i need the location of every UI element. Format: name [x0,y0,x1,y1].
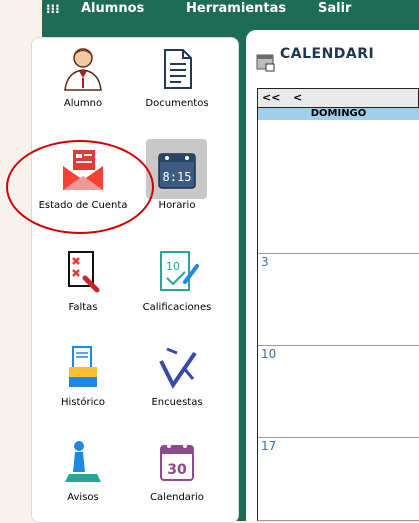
notice-icon [59,438,107,486]
tile-encuestas[interactable]: Encuestas [127,343,227,408]
calendar-day-cell[interactable]: 10 [257,346,419,438]
history-icon [59,343,107,391]
svg-text:10: 10 [166,260,180,273]
tile-label: Avisos [67,492,99,503]
student-icon [59,44,107,92]
absences-icon [59,248,107,296]
tile-historico[interactable]: Histórico [33,343,133,408]
tile-label: Documentos [145,98,209,109]
menu-item-salir[interactable]: Salir [318,1,351,17]
day-number: 3 [261,255,269,269]
tile-calificaciones[interactable]: 10 Calificaciones [127,248,227,313]
calendar-icon: 30 [153,438,201,486]
document-icon [153,44,201,92]
tile-calendario[interactable]: 30 Calendario [127,438,227,503]
first-button[interactable]: << [262,91,280,104]
tile-faltas[interactable]: Faltas [33,248,133,313]
calendar-day-cell[interactable]: 3 [257,254,419,346]
calendar-nav-row: << < [257,88,419,108]
grades-icon: 10 [153,248,201,296]
top-menu-bar: ⁝⁝⁝ Alumnos Herramientas Salir [42,0,419,22]
menu-item-alumnos[interactable]: Alumnos [81,1,144,17]
tile-documentos[interactable]: Documentos [127,44,227,109]
annotation-ellipse [6,140,154,234]
tile-label: Faltas [68,302,98,313]
prev-button[interactable]: < [293,91,302,104]
tile-avisos[interactable]: Avisos [33,438,133,503]
day-number: 10 [261,347,277,361]
calendar-title-icon [256,52,276,72]
calendar-grid: << < DOMINGO 3 10 17 [257,88,419,521]
tile-label: Alumno [63,98,103,109]
schedule-clock-icon: 8:15 [153,146,201,194]
day-header-domingo: DOMINGO [257,108,419,120]
svg-text:30: 30 [167,462,187,478]
tile-label: Calendario [150,492,204,503]
tile-alumno[interactable]: Alumno [33,44,133,109]
tile-label: Calificaciones [142,302,212,313]
menu-item-herramientas[interactable]: Herramientas [186,1,286,17]
tile-label: Encuestas [151,397,203,408]
svg-text:8:15: 8:15 [163,170,192,184]
tile-label: Histórico [60,397,106,408]
day-number: 17 [261,439,277,453]
calendar-day-cell[interactable]: 17 [257,438,419,521]
page-title: CALENDARI [280,46,375,62]
menu-grip-icon[interactable]: ⁝⁝⁝ [46,1,60,17]
calendar-day-cell[interactable] [257,120,419,254]
survey-icon [153,343,201,391]
